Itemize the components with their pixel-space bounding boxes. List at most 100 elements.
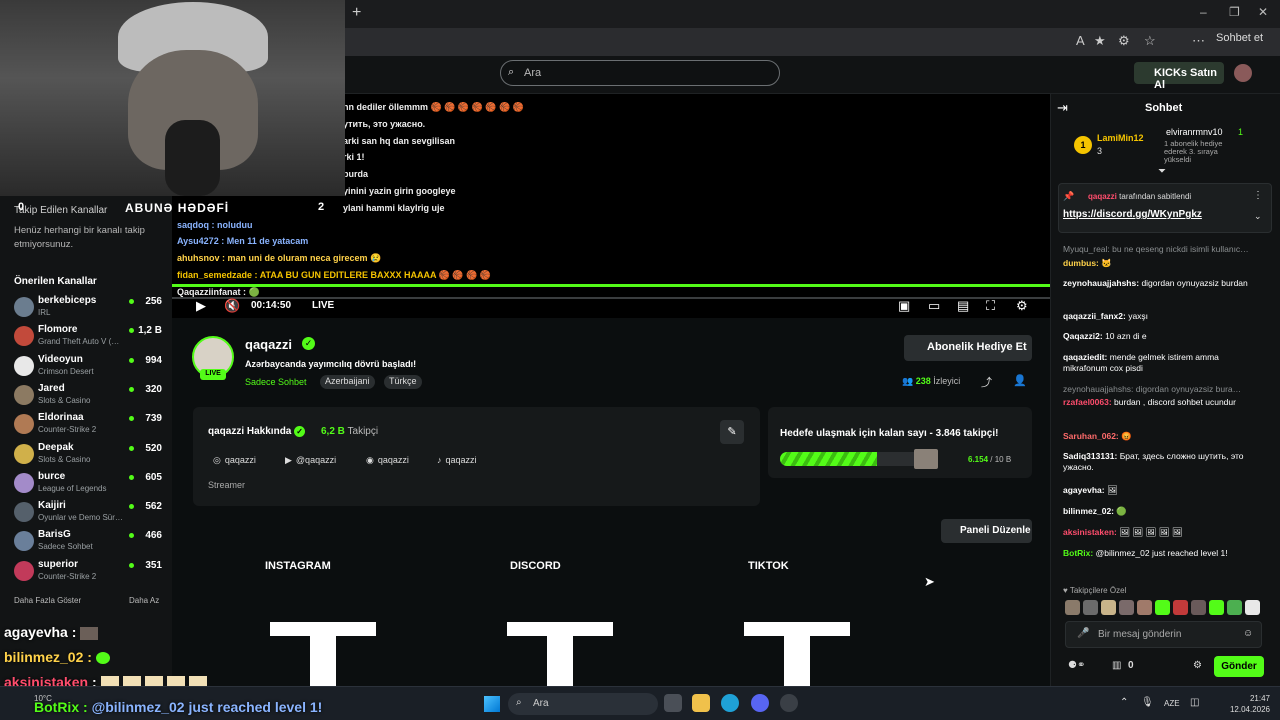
social-link-discord[interactable]: ◉ qaqazzi [366,455,409,466]
close-button[interactable]: ✕ [1258,5,1268,19]
sidebar-channel[interactable]: burce League of Legends 605 [14,470,166,499]
show-less-link[interactable]: Daha Az [129,596,159,605]
extensions-icon[interactable]: ⚙ [1118,33,1130,49]
tray-chevron-icon[interactable]: ⌃ [1120,697,1128,708]
sidebar-channel[interactable]: Kaijiri Oyunlar ve Demo Sür… 562 [14,499,166,528]
edit-about-button[interactable]: ✎ [720,420,744,444]
gift-subscription-button[interactable]: Abonelik Hediye Et [904,335,1032,361]
emote-icon[interactable] [1155,600,1170,615]
social-label: qaqazzi [445,455,477,465]
chat-username[interactable]: bilinmez_02: [1063,506,1114,516]
emote-icon[interactable] [1191,600,1206,615]
chat-username[interactable]: Qaqazzi2: [1063,331,1103,341]
mute-icon[interactable]: 🔇 [224,298,240,314]
emote-icon[interactable] [1245,600,1260,615]
read-aloud-icon[interactable]: A [1076,33,1085,48]
sidebar-channel[interactable]: BarisG Sadece Sohbet 466 [14,528,166,557]
windows-start-icon[interactable] [484,696,500,712]
chat-username[interactable]: qaqaziedit: [1063,352,1107,362]
file-explorer-icon[interactable] [692,694,710,712]
emote-icon[interactable] [1119,600,1134,615]
chat-username[interactable]: BotRix: [1063,548,1093,558]
chat-message-input[interactable]: Bir mesaj gönderin [1065,621,1262,648]
follow-user-icon[interactable]: 👤 [1013,374,1027,387]
kicks-buy-button[interactable]: KICKs Satın Al [1134,62,1224,91]
maximize-button[interactable]: ❐ [1229,5,1240,19]
taskbar-search[interactable]: Ara [508,693,658,715]
chat-mic-icon[interactable]: 🎤 [1077,628,1089,639]
copilot-button[interactable]: Sohbet et [1216,32,1263,44]
task-view-icon[interactable] [664,694,682,712]
discord-taskbar-icon[interactable] [751,694,769,712]
pinned-link[interactable]: https://discord.gg/WKynPgkz [1063,209,1202,220]
chat-username[interactable]: rzafael0063: [1063,397,1112,407]
user-avatar[interactable] [1234,64,1252,82]
emote-icon[interactable] [1227,600,1242,615]
clip-icon[interactable]: ▣ [898,298,910,314]
emote-icon[interactable] [1173,600,1188,615]
show-more-link[interactable]: Daha Fazla Göster [14,596,81,605]
pinned-expand-icon[interactable]: ⌄ [1254,211,1262,222]
gifter2-name[interactable]: elviranrmnv10 [1166,127,1223,137]
theatre-mode-icon[interactable]: ▤ [957,298,969,314]
chat-username[interactable]: Saruhan_062: [1063,431,1119,441]
tag-turkce[interactable]: Türkçe [384,375,422,389]
sidebar-channel[interactable]: Eldorinaa Counter-Strike 2 739 [14,411,166,440]
search-input[interactable]: Ara [500,60,780,86]
favorite-star-icon[interactable]: ★ [1094,33,1106,49]
social-link-instagram[interactable]: ◎ qaqazzi [213,455,256,466]
panel-image-discord[interactable] [507,622,613,692]
emote-icon[interactable] [1209,600,1224,615]
stream-category[interactable]: Sadece Sohbet [245,377,307,387]
more-icon[interactable]: ⋯ [1192,33,1205,49]
edge-icon[interactable] [721,694,739,712]
app-taskbar-icon[interactable] [780,694,798,712]
chat-settings-icon[interactable]: ⚙ [1193,660,1202,671]
chat-username[interactable]: agayevha: [1063,485,1105,495]
minimize-button[interactable]: – [1200,5,1207,19]
send-button[interactable]: Gönder [1214,656,1264,677]
sidebar-channel[interactable]: superior Counter-Strike 2 351 [14,558,166,587]
chat-username[interactable]: Sadiq313131: [1063,451,1117,461]
top-gifter-name[interactable]: LamiMin12 [1097,133,1144,143]
play-icon[interactable]: ▶ [196,298,206,314]
channel-name[interactable]: qaqazzi [245,337,292,352]
chat-username[interactable]: qaqazzii_fanx2: [1063,311,1126,321]
kicks-gift-icon[interactable]: ⚈⚭ [1068,660,1085,671]
chat-username[interactable]: zeynohauajjahshs: [1063,278,1139,288]
social-link-tiktok[interactable]: ♪ qaqazzi [437,455,477,465]
panel-image-tiktok[interactable] [744,622,850,692]
settings-gear-icon[interactable]: ⚙ [1016,298,1028,314]
emoji-picker-icon[interactable]: ☺ [1243,628,1253,639]
language-indicator[interactable]: AZE [1164,699,1180,708]
chat-username[interactable]: aksinistaken: [1063,527,1117,537]
new-tab-button[interactable]: + [352,4,361,22]
pinned-more-icon[interactable]: ⋮ [1253,190,1263,201]
emote-icon[interactable] [1065,600,1080,615]
emote-icon[interactable] [1083,600,1098,615]
chat-username[interactable]: dumbus: [1063,258,1099,268]
social-label: qaqazzi [224,455,256,465]
social-link-youtube[interactable]: ▶ @qaqazzi [285,455,336,466]
sidebar-channel[interactable]: Videoyun Crimson Desert 994 [14,353,166,382]
sidebar-channel[interactable]: Deepak Slots & Casino 520 [14,441,166,470]
sidebar-channel[interactable]: Flomore Grand Theft Auto V (… 1,2 B [14,323,166,352]
tray-mic-icon[interactable]: 🎙 [1141,697,1154,708]
sidebar-channel[interactable]: berkebiceps IRL 256 [14,294,166,323]
share-icon[interactable]: ⤴ [981,374,992,390]
tag-azerbaijani[interactable]: Azerbaijani [320,375,375,389]
emote-icon[interactable] [1101,600,1116,615]
panel-image-instagram[interactable] [270,622,376,692]
emote-icon[interactable] [1137,600,1152,615]
taskbar-clock[interactable]: 21:47 12.04.2026 [1222,693,1270,715]
filter-icon[interactable]: ⏷ [1158,166,1166,177]
sidebar-channel[interactable]: Jared Slots & Casino 320 [14,382,166,411]
edit-panel-button[interactable]: Paneli Düzenle [941,519,1032,543]
theater-icon[interactable]: ▭ [928,298,940,314]
fullscreen-icon[interactable]: ⛶ [986,298,995,314]
network-icon[interactable]: ◫ [1190,697,1199,708]
video-progress-bar[interactable] [172,297,1050,299]
favorites-icon[interactable]: ☆ [1144,33,1156,49]
live-dot-icon [129,562,134,568]
collapse-chat-icon[interactable]: ⇥ [1057,100,1068,116]
